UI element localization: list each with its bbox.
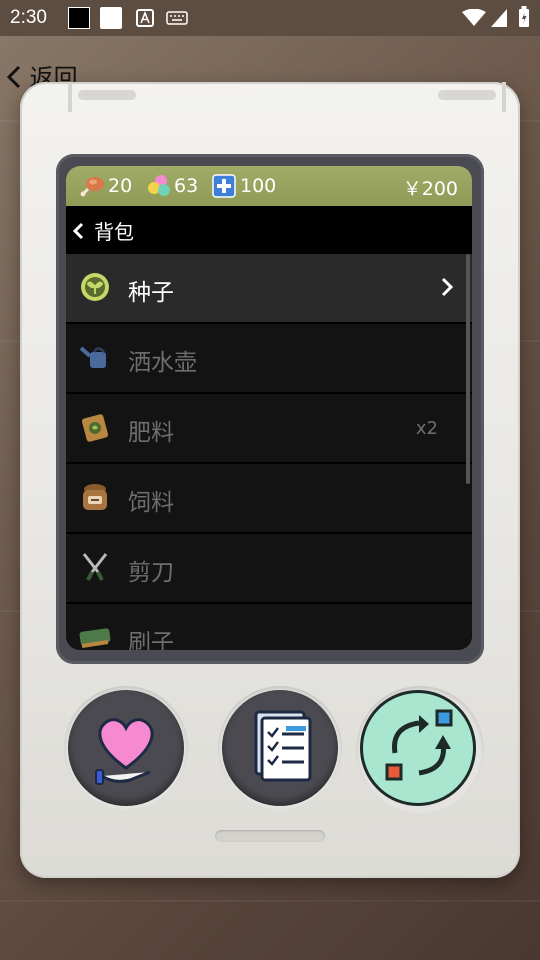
status-time: 2:30 [10,7,47,28]
signal-icon [491,9,507,27]
mood-stat: 63 [146,174,198,198]
food-stat: 20 [80,174,132,198]
seed-icon [81,273,109,301]
list-item-fertilizer[interactable]: 肥料 x2 [66,394,472,462]
list-item-brush[interactable]: 刷子 [66,604,472,650]
item-label: 剪刀 [128,560,174,586]
health-stat: 100 [212,174,276,198]
list-item-seeds[interactable]: 种子 [66,254,472,322]
notification-icon [68,7,90,29]
keyboard-icon [166,11,188,25]
list-scrollbar[interactable] [466,254,470,484]
swap-arrows-icon [385,709,453,781]
inventory-header: 背包 [66,206,472,252]
mood-value: 63 [174,175,199,197]
item-label: 洒水壶 [128,350,197,376]
home-pill[interactable] [215,830,325,842]
health-value: 100 [240,175,277,197]
inventory-back-button[interactable]: 背包 [72,216,134,245]
screen: 20 63 100 ￥200 背包 种子 洒水壶 肥料 x2 饲料 剪刀 刷子 [66,166,472,650]
money-value: ￥200 [402,178,458,200]
chevron-left-icon [72,222,84,239]
screen-frame: 20 63 100 ￥200 背包 种子 洒水壶 肥料 x2 饲料 剪刀 刷子 [56,154,484,664]
wifi-icon [462,9,486,26]
checklist-icon [254,710,312,782]
list-item-feed[interactable]: 饲料 [66,464,472,532]
item-quantity: x2 [415,418,438,439]
list-item-watering-can[interactable]: 洒水壶 [66,324,472,392]
notification-icon [100,7,122,29]
device-body: 20 63 100 ￥200 背包 种子 洒水壶 肥料 x2 饲料 剪刀 刷子 [20,82,520,878]
food-value: 20 [108,175,133,197]
hinge-bar [438,90,496,100]
drumstick-icon [80,177,104,197]
keyboard-a-icon [136,9,154,27]
medkit-icon [212,174,236,198]
fertilizer-bag-icon [81,414,109,442]
task-list-button[interactable] [222,690,338,806]
background-streak [0,900,540,902]
stats-bar: 20 63 100 ￥200 [66,166,472,206]
device-hinge [68,82,506,112]
item-label: 饲料 [128,490,174,516]
faces-icon [148,175,170,196]
inventory-list: 种子 洒水壶 肥料 x2 饲料 剪刀 刷子 [66,254,472,650]
item-label: 刷子 [128,630,174,650]
switch-button[interactable] [360,690,476,806]
chevron-right-icon [441,277,454,297]
item-label: 种子 [128,280,174,306]
feed-sack-icon [83,484,107,510]
status-bar: 2:30 [0,0,540,36]
brush-icon [79,628,111,648]
care-heart-button[interactable] [68,690,184,806]
item-label: 肥料 [128,420,174,446]
battery-icon [519,6,529,27]
list-item-shears[interactable]: 剪刀 [66,534,472,602]
heart-hand-icon [95,718,154,785]
watering-can-icon [79,346,106,368]
inventory-title: 背包 [94,220,134,244]
shears-icon [82,553,108,581]
hinge-bar [78,90,136,100]
chevron-left-icon [6,65,21,89]
